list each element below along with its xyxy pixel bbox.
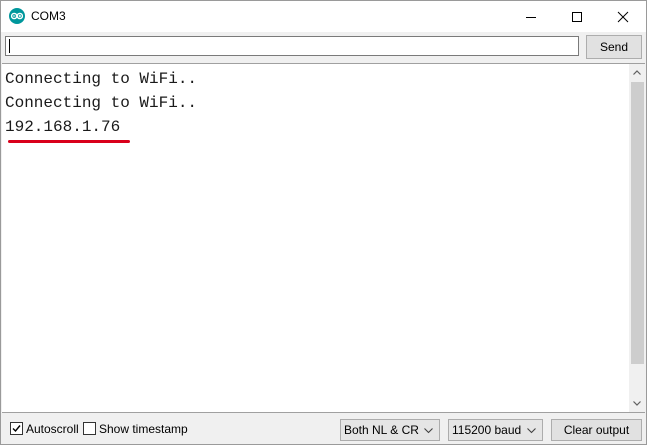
chevron-down-icon — [633, 401, 641, 406]
maximize-button[interactable] — [554, 1, 600, 32]
chevron-down-icon — [424, 428, 433, 434]
bottom-toolbar: Autoscroll Show timestamp Both NL & CR 1… — [1, 413, 646, 444]
window-title: COM3 — [31, 9, 66, 23]
chevron-up-icon — [633, 70, 641, 75]
close-icon — [617, 11, 629, 23]
scrollbar-thumb[interactable] — [631, 82, 644, 364]
autoscroll-label[interactable]: Autoscroll — [26, 422, 79, 436]
line-ending-value: Both NL & CR — [344, 423, 419, 437]
clear-output-button[interactable]: Clear output — [551, 419, 642, 441]
minimize-icon — [526, 17, 536, 18]
show-timestamp-checkbox[interactable] — [83, 422, 96, 435]
output-line-ip-address: 192.168.1.76 — [5, 118, 121, 136]
serial-monitor-window: COM3 Send Connecting to WiFi.. Connectin… — [0, 0, 647, 445]
line-ending-select[interactable]: Both NL & CR — [340, 419, 440, 441]
send-button[interactable]: Send — [586, 35, 642, 59]
show-timestamp-label[interactable]: Show timestamp — [99, 422, 188, 436]
baud-rate-value: 115200 baud — [452, 423, 522, 437]
scroll-up-button[interactable] — [629, 64, 645, 81]
baud-rate-select[interactable]: 115200 baud — [448, 419, 543, 441]
text-caret — [9, 39, 10, 53]
chevron-down-icon — [527, 428, 536, 434]
minimize-button[interactable] — [508, 1, 554, 32]
ip-address-underline — [8, 140, 130, 143]
serial-input-field[interactable] — [5, 36, 579, 56]
vertical-scrollbar[interactable] — [629, 64, 645, 412]
maximize-icon — [572, 12, 582, 22]
close-button[interactable] — [600, 1, 646, 32]
serial-output-area[interactable]: Connecting to WiFi.. Connecting to WiFi.… — [2, 63, 645, 413]
autoscroll-checkbox[interactable] — [10, 422, 23, 435]
title-bar[interactable]: COM3 — [1, 1, 646, 32]
scroll-down-button[interactable] — [629, 395, 645, 412]
checkmark-icon — [12, 425, 21, 433]
output-line: Connecting to WiFi.. — [5, 70, 198, 88]
arduino-logo-icon — [9, 8, 25, 24]
output-line: Connecting to WiFi.. — [5, 94, 198, 112]
